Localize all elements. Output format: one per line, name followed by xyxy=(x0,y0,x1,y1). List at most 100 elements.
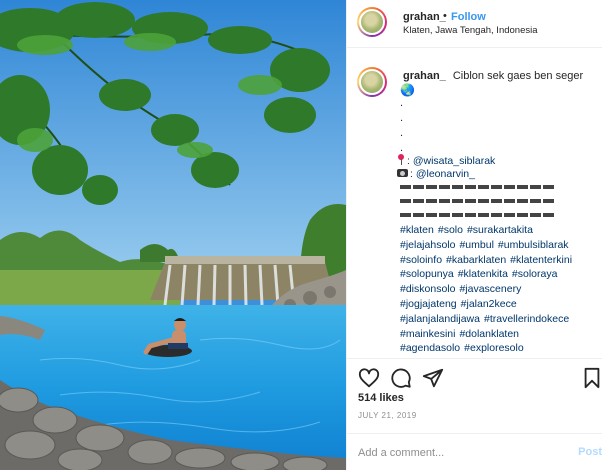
hashtag-link[interactable]: #mainkesini xyxy=(400,328,455,340)
divider-dash xyxy=(452,213,463,217)
divider-dash xyxy=(400,185,411,189)
divider-dash xyxy=(530,213,541,217)
hashtag-line: #jogjajateng #jalan2kece xyxy=(400,297,600,312)
divider-dash xyxy=(530,199,541,203)
divider-dash xyxy=(517,213,528,217)
divider-dash xyxy=(439,199,450,203)
divider-dash xyxy=(543,185,554,189)
post-photo[interactable] xyxy=(0,0,346,470)
hashtag-link[interactable]: #kabarklaten xyxy=(446,254,506,266)
divider-dash xyxy=(400,213,411,217)
avatar[interactable] xyxy=(357,7,387,37)
separator-dot: • xyxy=(443,10,447,22)
likes-count[interactable]: 514 likes xyxy=(358,392,404,404)
hashtag-link[interactable]: #klatenkita xyxy=(458,268,508,280)
heart-icon[interactable] xyxy=(358,367,380,389)
divider-dash xyxy=(478,213,489,217)
hashtag-link[interactable]: #travellerindokece xyxy=(484,313,569,325)
comment-input[interactable] xyxy=(358,444,558,462)
hashtag-line: #klaten #solo #surakartakita xyxy=(400,223,600,238)
divider-dash xyxy=(413,199,424,203)
divider-dash xyxy=(465,185,476,189)
post-header: grahan_ • Follow Klaten, Jawa Tengah, In… xyxy=(347,0,602,48)
username-link[interactable]: grahan_ xyxy=(403,11,446,23)
hashtag-link[interactable]: #javascenery xyxy=(459,283,521,295)
divider-dash xyxy=(465,213,476,217)
location-link[interactable]: Klaten, Jawa Tengah, Indonesia xyxy=(403,25,538,36)
divider-dash xyxy=(478,199,489,203)
divider-dash xyxy=(478,185,489,189)
divider-dash xyxy=(426,185,437,189)
divider-dash xyxy=(530,185,541,189)
divider-dash xyxy=(543,199,554,203)
hashtag-link[interactable]: #umbulsiblarak xyxy=(498,239,569,251)
post-actions: 514 likes JULY 21, 2019 Post xyxy=(347,358,602,470)
divider-dash xyxy=(426,213,437,217)
bookmark-icon[interactable] xyxy=(581,367,602,389)
pin-icon xyxy=(397,154,405,165)
hashtag-link[interactable]: #solo xyxy=(438,224,463,236)
divider-dash xyxy=(517,185,528,189)
follow-button[interactable]: Follow xyxy=(451,11,486,23)
divider-dash xyxy=(465,199,476,203)
divider-dash xyxy=(452,185,463,189)
divider-dash xyxy=(504,185,515,189)
divider-dash xyxy=(439,185,450,189)
caption-divider xyxy=(400,199,560,205)
divider-dash xyxy=(517,199,528,203)
hashtag-link[interactable]: #diskonsolo xyxy=(400,283,455,295)
comment-icon[interactable] xyxy=(390,367,412,389)
credit-line-photo: : @leonarvin_ xyxy=(397,168,475,180)
hashtag-link[interactable]: #surakartakita xyxy=(467,224,533,236)
hashtag-link[interactable]: #soloinfo xyxy=(400,254,442,266)
hashtag-link[interactable]: #exploresolo xyxy=(464,342,524,354)
caption-username-link[interactable]: grahan_ xyxy=(403,70,446,82)
divider-dash xyxy=(413,185,424,189)
hashtag-link[interactable]: #agendasolo xyxy=(400,342,460,354)
caption-dot: . xyxy=(400,142,404,154)
hashtag-line: #jalanjalandijawa #travellerindokece xyxy=(400,312,600,327)
caption-dot: . xyxy=(400,112,404,124)
hashtag-link[interactable]: #soloraya xyxy=(512,268,558,280)
post-date: JULY 21, 2019 xyxy=(358,411,417,420)
camera-icon xyxy=(397,169,408,177)
hashtag-link[interactable]: #solopunya xyxy=(400,268,454,280)
share-icon[interactable] xyxy=(422,367,444,389)
hashtag-link[interactable]: #klatenterkini xyxy=(510,254,572,266)
hashtag-link[interactable]: #dolanklaten xyxy=(459,328,519,340)
divider-dash xyxy=(491,199,502,203)
caption-header: grahan_ Ciblon sek gaes ben seger xyxy=(403,70,583,82)
caption-divider xyxy=(400,213,560,219)
mention-link[interactable]: @leonarvin_ xyxy=(416,168,475,180)
mention-link[interactable]: @wisata_siblarak xyxy=(413,155,495,167)
divider-dash xyxy=(491,185,502,189)
hashtag-line: #solopunya #klatenkita #soloraya xyxy=(400,267,600,282)
caption-dot: . xyxy=(400,127,404,139)
divider-dash xyxy=(452,199,463,203)
hashtag-link[interactable]: #jalanjalandijawa xyxy=(400,313,480,325)
hashtag-link[interactable]: #klaten xyxy=(400,224,434,236)
caption-avatar[interactable] xyxy=(357,67,387,97)
caption-dot: . xyxy=(400,97,404,109)
hashtag-line: #soloinfo #kabarklaten #klatenterkini xyxy=(400,253,600,268)
hashtag-line: #jelajahsolo #umbul #umbulsiblarak xyxy=(400,238,600,253)
hashtag-link[interactable]: #jogjajateng xyxy=(400,298,457,310)
divider-dash xyxy=(439,213,450,217)
hashtag-link[interactable]: #jalan2kece xyxy=(461,298,517,310)
divider-dash xyxy=(413,213,424,217)
divider-dash xyxy=(400,199,411,203)
divider-dash xyxy=(426,199,437,203)
post-comment-button[interactable]: Post xyxy=(578,446,602,458)
divider-dash xyxy=(504,213,515,217)
post-side-panel: grahan_ • Follow Klaten, Jawa Tengah, In… xyxy=(346,0,602,470)
hashtag-link[interactable]: #umbul xyxy=(459,239,493,251)
caption-text: Ciblon sek gaes ben seger xyxy=(452,70,584,82)
caption-divider xyxy=(400,185,560,191)
divider-dash xyxy=(504,199,515,203)
caption: grahan_ Ciblon sek gaes ben seger 🌏 . . … xyxy=(347,60,602,360)
hashtag-line: #mainkesini #dolanklaten xyxy=(400,327,600,342)
hashtag-list: #klaten #solo #surakartakita #jelajahsolo #u… xyxy=(400,223,600,356)
pool-photo-illustration xyxy=(0,0,346,470)
hashtag-line: #diskonsolo #javascenery xyxy=(400,282,600,297)
hashtag-link[interactable]: #jelajahsolo xyxy=(400,239,455,251)
